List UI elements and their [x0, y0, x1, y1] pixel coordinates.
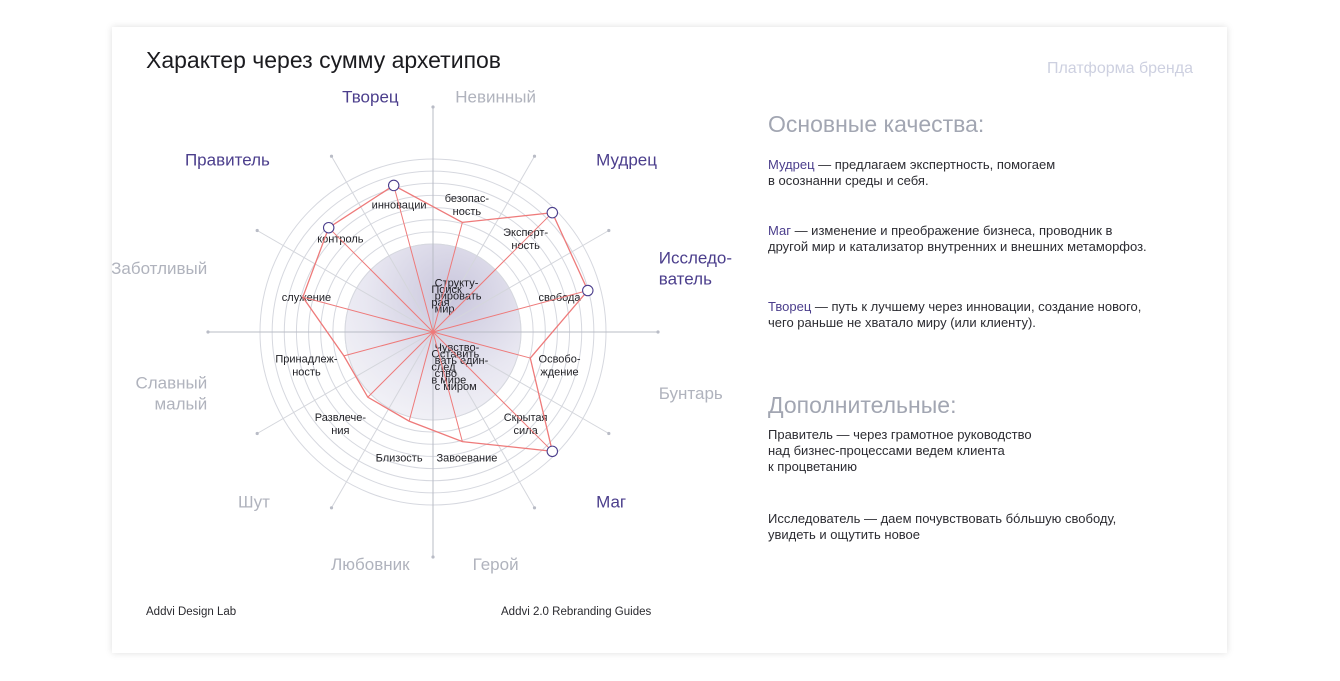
archetype-label: Шут — [238, 493, 270, 512]
quality-name: Маг — [768, 223, 791, 238]
value-label: Принадлеж-ность — [275, 353, 338, 378]
spoke-tip-dot — [431, 555, 435, 559]
footer-center: Addvi 2.0 Rebranding Guides — [501, 606, 652, 618]
profile-marker — [387, 179, 400, 192]
spoke-tip-dot — [656, 330, 660, 334]
additional-item-ruler: Правитель — через грамотное руководство … — [768, 427, 1032, 474]
quality-name: Мудрец — [768, 157, 815, 172]
spoke-tip-dot — [431, 105, 435, 109]
quality-item-creator: Творец — путь к лучшему через инновации,… — [768, 299, 1141, 331]
archetype-label: Любовник — [331, 555, 410, 574]
spoke-tip-dot — [206, 330, 210, 334]
quality-text: — путь к лучшему через инновации, создан… — [768, 299, 1142, 330]
spoke-tip-dot — [532, 506, 537, 510]
archetype-label: Невинный — [455, 88, 536, 107]
archetype-label: Заботливый — [112, 259, 207, 278]
archetype-label: Бунтарь — [659, 384, 723, 403]
archetype-label: Славный малый — [135, 374, 207, 414]
spoke-tip-dot — [255, 431, 259, 436]
quality-name: Творец — [768, 299, 812, 314]
value-label: безопас-ность — [445, 193, 490, 218]
archetype-label: Исследо-ватель — [659, 248, 732, 288]
value-label: Развлече-ния — [315, 412, 367, 437]
quality-text: — изменение и преображение бизнеса, пров… — [768, 223, 1147, 254]
additional-heading: Дополнительные: — [768, 392, 957, 418]
spoke-tip-dot — [607, 228, 611, 233]
archetype-label: Мудрец — [596, 150, 657, 169]
value-label: Завоевание — [436, 452, 497, 464]
spoke-tip-dot — [255, 228, 259, 233]
value-label: Близость — [376, 452, 423, 464]
spoke-tip-dot — [329, 506, 334, 510]
quality-item-magician: Маг — изменение и преображение бизнеса, … — [768, 223, 1147, 255]
profile-marker — [546, 206, 559, 219]
quality-item-sage: Мудрец — предлагаем экспертность, помога… — [768, 157, 1055, 189]
archetype-label: Герой — [473, 555, 519, 574]
slide-card: Характер через сумму архетипов Платформа… — [112, 27, 1227, 653]
profile-marker — [322, 221, 335, 234]
additional-item-explorer: Исследователь — даем почувствовать бóльш… — [768, 511, 1117, 542]
section-label: Платформа бренда — [1046, 60, 1193, 77]
spoke-tip-dot — [532, 154, 537, 158]
archetype-label: Правитель — [185, 150, 270, 169]
archetype-label: Творец — [342, 88, 399, 107]
value-label: Освобо-ждение — [539, 353, 581, 378]
archetype-wheel: Невинный Мудрец Исследо-ватель Бунтарь Маг Ге… — [112, 88, 732, 575]
profile-marker — [582, 284, 594, 297]
main-qualities-heading: Основные качества: — [768, 111, 985, 137]
spoke-tip-dot — [607, 431, 611, 436]
profile-marker — [546, 445, 559, 458]
spoke-tip-dot — [329, 154, 334, 158]
footer-left: Addvi Design Lab — [146, 606, 237, 618]
archetype-label: Маг — [596, 493, 626, 512]
